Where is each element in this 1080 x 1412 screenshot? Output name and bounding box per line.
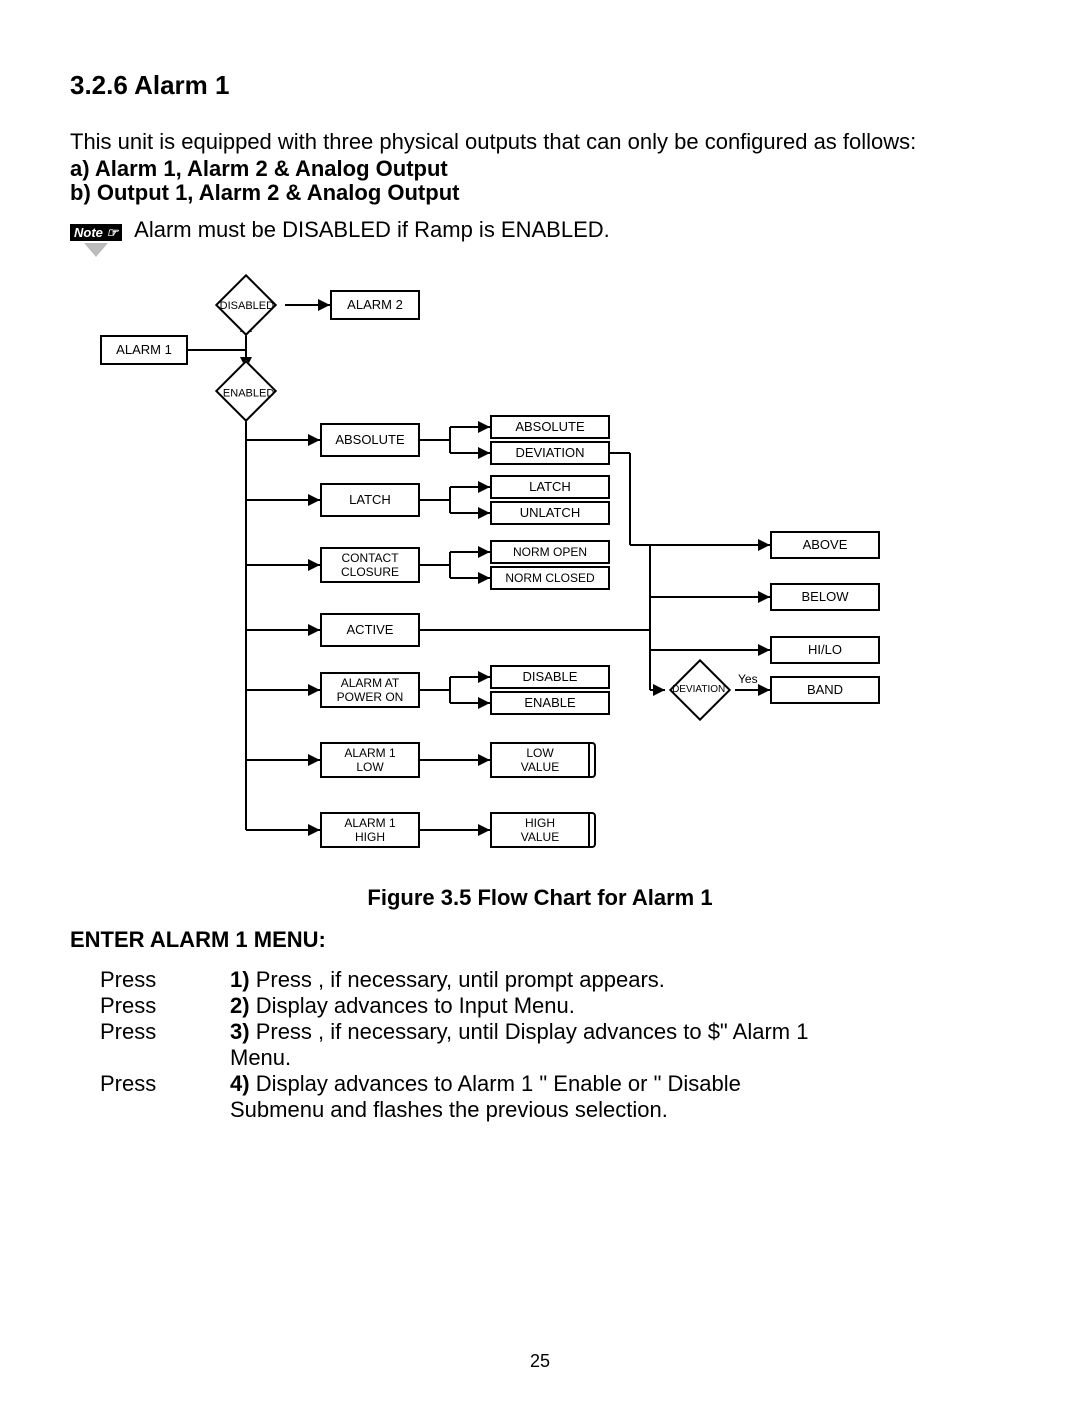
node-above: ABOVE [770, 531, 880, 559]
node-enable: ENABLE [490, 691, 610, 715]
note-container: Note ☞ Alarm must be DISABLED if Ramp is… [70, 217, 1010, 257]
step-1: Press , if necessary, until prompt appea… [256, 967, 665, 992]
node-absolute2: ABSOLUTE [490, 415, 610, 439]
node-deviation-diamond: DEVIATION [669, 659, 731, 721]
node-latch: LATCH [320, 483, 420, 517]
figure-caption: Figure 3.5 Flow Chart for Alarm 1 [70, 885, 1010, 911]
step-3a: Press , if necessary, until Display adva… [256, 1019, 809, 1044]
note-badge-label: Note ☞ [70, 224, 122, 241]
node-alarm-at-power-on: ALARM ATPOWER ON [320, 672, 420, 708]
option-b: b) Output 1, Alarm 2 & Analog Output [70, 181, 1010, 205]
node-enabled: ENABLED [215, 360, 277, 422]
node-active: ACTIVE [320, 613, 420, 647]
node-band: BAND [770, 676, 880, 704]
node-hilo: HI/LO [770, 636, 880, 664]
options-list: a) Alarm 1, Alarm 2 & Analog Output b) O… [70, 157, 1010, 205]
press-label: Press [100, 1019, 230, 1045]
node-contact-closure: CONTACTCLOSURE [320, 547, 420, 583]
step-4a: Display advances to Alarm 1 " Enable or … [256, 1071, 741, 1096]
node-norm-closed: NORM CLOSED [490, 566, 610, 590]
option-a: a) Alarm 1, Alarm 2 & Analog Output [70, 157, 1010, 181]
press-label: Press [100, 993, 230, 1019]
node-deviation: DEVIATION [490, 441, 610, 465]
node-below: BELOW [770, 583, 880, 611]
node-alarm1: ALARM 1 [100, 335, 188, 365]
press-label: Press [100, 1071, 230, 1097]
node-alarm1-high: ALARM 1HIGH [320, 812, 420, 848]
node-absolute: ABSOLUTE [320, 423, 420, 457]
press-label: Press [100, 967, 230, 993]
node-alarm2: ALARM 2 [330, 290, 420, 320]
step-4b: Submenu and flashes the previous selecti… [230, 1097, 668, 1122]
page-number: 25 [0, 1351, 1080, 1372]
step-2: Display advances to Input Menu. [256, 993, 575, 1018]
node-disable: DISABLE [490, 665, 610, 689]
page-container: 3.2.6 Alarm 1 This unit is equipped with… [0, 0, 1080, 1412]
enter-alarm1-heading: ENTER ALARM 1 MENU: [70, 927, 1010, 953]
node-high-value: HIGHVALUE [490, 812, 590, 848]
steps-list: Press 1) Press , if necessary, until pro… [100, 967, 1010, 1123]
node-norm-open: NORM OPEN [490, 540, 610, 564]
section-heading: 3.2.6 Alarm 1 [70, 70, 1010, 101]
note-text: Alarm must be DISABLED if Ramp is ENABLE… [134, 217, 610, 243]
step-3b: Menu. [230, 1045, 291, 1070]
node-low-value: LOWVALUE [490, 742, 590, 778]
intro-text: This unit is equipped with three physica… [70, 129, 1010, 155]
node-latch2: LATCH [490, 475, 610, 499]
node-disabled: DISABLED [215, 274, 277, 336]
node-alarm1-low: ALARM 1LOW [320, 742, 420, 778]
flowchart-figure: ALARM 1 DISABLED ENABLED ALARM 2 ABSOLUT… [90, 275, 990, 875]
note-icon: Note ☞ [70, 217, 122, 257]
yes-label: Yes [738, 672, 758, 686]
node-unlatch: UNLATCH [490, 501, 610, 525]
